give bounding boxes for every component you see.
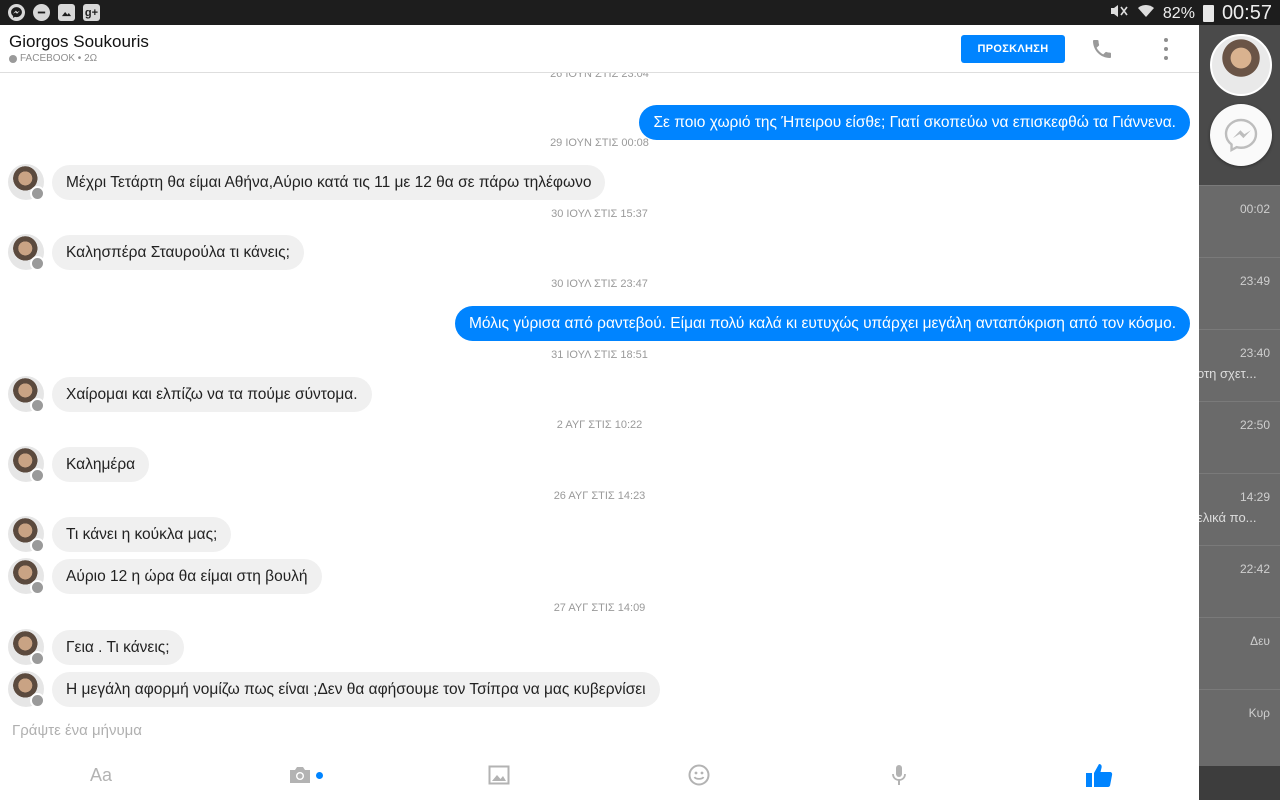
new-indicator-dot — [316, 772, 323, 779]
battery-icon — [1202, 5, 1214, 22]
message-timestamp: 2 ΑΥΓ ΣΤΙΣ 10:22 — [556, 419, 643, 431]
background-conversation-row: 00:02 — [1199, 185, 1280, 257]
message-timestamp: 27 ΑΥΓ ΣΤΙΣ 14:09 — [553, 602, 646, 614]
sender-avatar[interactable] — [8, 234, 45, 271]
message-timestamp: 26 ΑΥΓ ΣΤΙΣ 14:23 — [553, 490, 646, 502]
text-format-button[interactable]: Aa — [88, 762, 114, 788]
background-row-preview: οτη σχετ... — [1197, 366, 1257, 381]
message-list[interactable]: 26 ΙΟΥΝ ΣΤΙΣ 23:04 Σε ποιο χωριό της Ήπει… — [0, 73, 1199, 710]
sender-avatar[interactable] — [8, 629, 45, 666]
sender-avatar[interactable] — [8, 446, 45, 483]
contact-name[interactable]: Giorgos Soukouris — [9, 32, 149, 52]
background-conversation-row: Δευ — [1199, 617, 1280, 689]
gallery-icon[interactable] — [487, 762, 511, 788]
facebook-icon — [9, 54, 17, 63]
background-conversation-row: 23:49 — [1199, 257, 1280, 329]
incoming-message-bubble[interactable]: Καλησπέρα Σταυρούλα τι κάνεις; — [52, 235, 304, 270]
composer-toolbar: Aa — [0, 750, 1199, 800]
incoming-message-bubble[interactable]: Αύριο 12 η ώρα θα είμαι στη βουλή — [52, 559, 322, 594]
background-row-preview: ελικά πο... — [1197, 510, 1257, 525]
incoming-message-bubble[interactable]: Καλημέρα — [52, 447, 150, 482]
messenger-icon — [1224, 118, 1258, 153]
camera-icon[interactable] — [287, 762, 323, 788]
battery-percent: 82% — [1162, 4, 1195, 22]
chat-header: Giorgos Soukouris FACEBOOK • 2Ω ΠΡΟΣΚΛΗΣ… — [0, 25, 1199, 73]
dnd-icon — [33, 4, 50, 21]
incoming-message-bubble[interactable]: Τι κάνει η κούκλα μας; — [52, 517, 232, 552]
image-icon — [58, 4, 75, 21]
message-timestamp: 26 ΙΟΥΝ ΣΤΙΣ 23:04 — [550, 73, 649, 80]
sender-avatar[interactable] — [8, 164, 45, 201]
sender-avatar[interactable] — [8, 558, 45, 595]
sender-avatar[interactable] — [8, 376, 45, 413]
background-conversation-row: 14:29 ελικά πο... — [1197, 473, 1280, 545]
outgoing-message-bubble[interactable]: Μόλις γύρισα από ραντεβού. Είμαι πολύ κα… — [455, 306, 1190, 341]
background-conversation-row: 22:50 — [1199, 401, 1280, 473]
background-row-time: Δευ — [1250, 634, 1270, 648]
message-timestamp: 31 ΙΟΥΛ ΣΤΙΣ 18:51 — [551, 349, 648, 361]
google-plus-icon: g+ — [83, 4, 100, 21]
message-timestamp: 30 ΙΟΥΛ ΣΤΙΣ 23:47 — [551, 278, 648, 290]
incoming-message-bubble[interactable]: Μέχρι Τετάρτη θα είμαι Αθήνα,Αύριο κατά … — [52, 165, 606, 200]
message-input[interactable] — [12, 718, 912, 742]
background-row-time: 22:42 — [1239, 562, 1270, 576]
phone-call-icon[interactable] — [1090, 37, 1114, 61]
more-options-icon[interactable] — [1160, 38, 1172, 60]
contact-subtitle: FACEBOOK • 2Ω — [9, 53, 97, 64]
background-row-time: 00:02 — [1239, 202, 1270, 216]
invite-button[interactable]: ΠΡΟΣΚΛΗΣΗ — [961, 35, 1065, 63]
background-row-time: 22:50 — [1239, 418, 1270, 432]
sender-avatar[interactable] — [8, 516, 45, 553]
incoming-message-bubble[interactable]: Γεια . Τι κάνεις; — [52, 630, 184, 665]
background-conversation-row: Κυρ — [1199, 689, 1280, 761]
contact-subtitle-text: FACEBOOK • 2Ω — [20, 53, 98, 64]
messenger-icon — [8, 4, 25, 21]
message-timestamp: 30 ΙΟΥΛ ΣΤΙΣ 15:37 — [551, 208, 648, 220]
message-timestamp: 29 ΙΟΥΝ ΣΤΙΣ 00:08 — [550, 137, 649, 149]
outgoing-message-bubble[interactable]: Σε ποιο χωριό της Ήπειρου είσθε; Γιατί σ… — [639, 105, 1190, 140]
messenger-bubble-button[interactable] — [1210, 104, 1272, 166]
chat-panel: Giorgos Soukouris FACEBOOK • 2Ω ΠΡΟΣΚΛΗΣ… — [0, 25, 1199, 800]
background-row-time: 23:40 — [1239, 346, 1270, 360]
like-thumbs-up-icon[interactable] — [1084, 762, 1114, 788]
background-row-time: 14:29 — [1239, 490, 1270, 504]
microphone-icon[interactable] — [888, 762, 910, 788]
background-conversation-row: 23:40 οτη σχετ... — [1197, 329, 1280, 401]
mute-icon — [1109, 3, 1129, 24]
incoming-message-bubble[interactable]: Η μεγάλη αφορμή νομίζω πως είναι ;Δεν θα… — [52, 672, 660, 707]
background-row-time: Κυρ — [1248, 706, 1270, 720]
emoji-icon[interactable] — [687, 762, 711, 788]
background-row-time: 23:49 — [1239, 274, 1270, 288]
chat-head-avatar[interactable] — [1210, 34, 1272, 96]
sender-avatar[interactable] — [8, 671, 45, 708]
wifi-icon — [1137, 3, 1155, 24]
background-conversation-row: 22:42 — [1199, 545, 1280, 617]
composer — [0, 710, 1199, 750]
status-clock: 00:57 — [1221, 2, 1272, 24]
status-bar: g+ 82% 00:57 — [0, 0, 1280, 25]
incoming-message-bubble[interactable]: Χαίρομαι και ελπίζω να τα πούμε σύντομα. — [52, 377, 372, 412]
background-list-footer — [1199, 766, 1280, 800]
